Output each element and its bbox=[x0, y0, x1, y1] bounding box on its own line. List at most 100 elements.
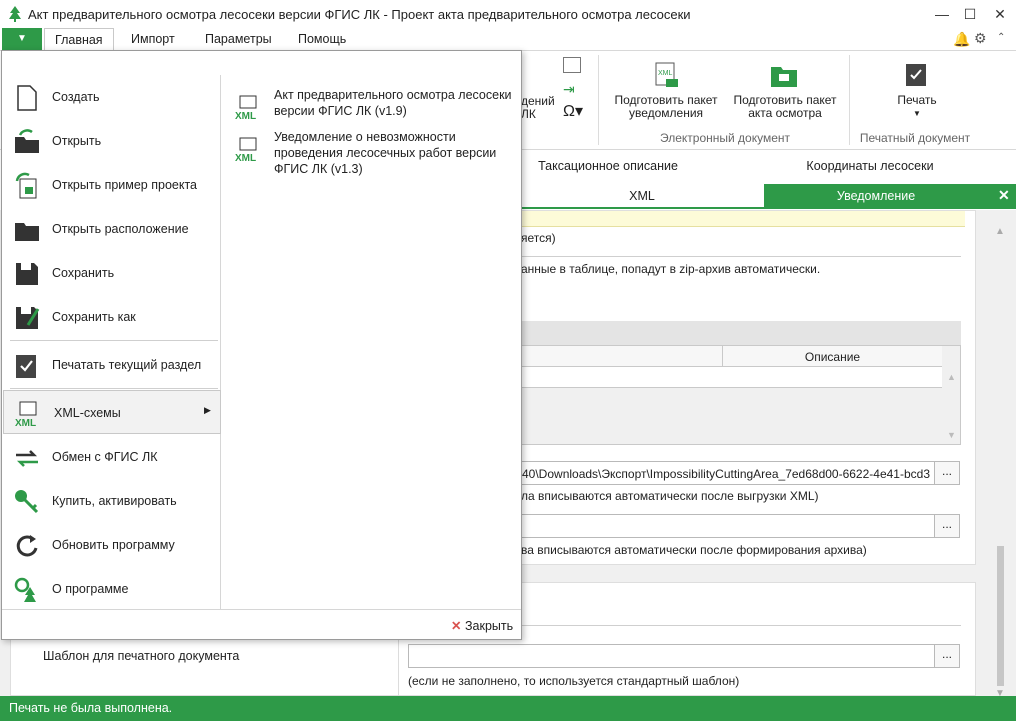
settings-icon[interactable]: ⚙ bbox=[974, 30, 987, 47]
menu-item-label: Купить, активировать bbox=[52, 494, 177, 508]
menu-item-label: Открыть пример проекта bbox=[52, 178, 198, 192]
xml-path-value: 40\Downloads\Экспорт\ImpossibilityCuttin… bbox=[522, 467, 930, 481]
close-label: Закрыть bbox=[464, 619, 514, 633]
close-tab-icon[interactable]: ✕ bbox=[998, 187, 1010, 204]
svg-text:XML: XML bbox=[235, 153, 256, 164]
tab-notice[interactable]: Уведомление bbox=[764, 184, 1016, 209]
menu-item-exchange[interactable]: Обмен с ФГИС ЛК bbox=[2, 435, 220, 479]
group-electronic-label: Электронный документ bbox=[659, 131, 791, 145]
xml-icon: XML bbox=[235, 95, 257, 122]
menu-item-label: Сохранить bbox=[52, 266, 115, 280]
section-tabs: Таксационное описание Координаты лесосек… bbox=[520, 154, 1016, 182]
table-row[interactable] bbox=[522, 367, 942, 388]
tab-xml[interactable]: XML bbox=[520, 184, 764, 209]
subsection-tabs: XML Уведомление ✕ bbox=[520, 184, 1016, 209]
refresh-icon bbox=[16, 535, 38, 557]
tab-parameters[interactable]: Параметры bbox=[195, 28, 282, 50]
scroll-up-arrow-icon[interactable]: ▲ bbox=[995, 226, 1005, 237]
open-example-icon bbox=[15, 172, 37, 199]
close-window-button[interactable]: ✕ bbox=[987, 4, 1013, 24]
template-label: Шаблон для печатного документа bbox=[43, 649, 240, 663]
archive-path-field[interactable] bbox=[521, 514, 936, 538]
menu-footer-divider bbox=[2, 609, 521, 610]
browse-template-button[interactable]: ... bbox=[934, 644, 960, 668]
tab-home[interactable]: Главная bbox=[44, 28, 114, 50]
prepare-notice-button[interactable]: XML Подготовить пакет уведомления bbox=[608, 57, 724, 127]
browse-xml-button[interactable]: ... bbox=[934, 461, 960, 485]
menu-item-open-location[interactable]: Открыть расположение bbox=[2, 207, 220, 251]
menu-item-open[interactable]: Открыть bbox=[2, 119, 220, 163]
collapse-ribbon-icon[interactable]: ⌃ bbox=[997, 32, 1005, 43]
ribbon-separator bbox=[598, 55, 599, 145]
app-logo-icon bbox=[9, 6, 21, 22]
scrollbar-thumb[interactable] bbox=[997, 546, 1004, 686]
archive-folder-icon bbox=[771, 67, 797, 87]
xml-path-field[interactable]: 40\Downloads\Экспорт\ImpossibilityCuttin… bbox=[521, 461, 936, 485]
menu-item-label: XML-схемы bbox=[54, 406, 121, 420]
divider bbox=[521, 256, 961, 257]
print-dropdown-icon: ▼ bbox=[913, 109, 921, 118]
folder-icon bbox=[15, 223, 39, 241]
maximize-button[interactable]: ☐ bbox=[957, 4, 983, 24]
zip-note-text: анные в таблице, попадут в zip-архив авт… bbox=[521, 262, 821, 276]
menu-item-save[interactable]: Сохранить bbox=[2, 251, 220, 295]
menu-item-label: Создать bbox=[52, 90, 100, 104]
close-menu-button[interactable]: ✕ Закрыть bbox=[451, 618, 513, 633]
menu-item-update[interactable]: Обновить программу bbox=[2, 523, 220, 567]
group-print-label: Печатный документ bbox=[859, 131, 971, 145]
menu-item-label: Открыть bbox=[52, 134, 102, 148]
menu-item-print-section[interactable]: Печатать текущий раздел bbox=[2, 343, 220, 387]
print-label: Печать bbox=[897, 93, 937, 107]
svg-text:XML: XML bbox=[235, 111, 256, 122]
key-icon bbox=[15, 490, 39, 514]
close-icon: ✕ bbox=[451, 619, 462, 633]
svg-text:XML: XML bbox=[15, 418, 36, 429]
prepare-act-label: Подготовить пакет акта осмотра bbox=[733, 93, 837, 120]
submenu-item-act[interactable]: XML Акт предварительного осмотра лесосек… bbox=[232, 87, 517, 123]
submenu-item-notice[interactable]: XML Уведомление о невозможности проведен… bbox=[232, 129, 517, 181]
menu-item-about[interactable]: О программе bbox=[2, 567, 220, 611]
template-path-field[interactable] bbox=[408, 644, 936, 668]
file-menu-button[interactable]: ▼ bbox=[2, 28, 42, 50]
menu-item-open-example[interactable]: Открыть пример проекта bbox=[2, 163, 220, 207]
menu-item-new[interactable]: Создать bbox=[2, 75, 220, 119]
submenu-arrow-icon: ▶ bbox=[204, 405, 211, 415]
minimize-button[interactable]: — bbox=[929, 4, 955, 24]
ribbon-partial-label-2: ЛК bbox=[521, 107, 536, 121]
menu-item-xml-schemas[interactable]: XML XML-схемы ▶ bbox=[3, 390, 221, 434]
submenu-item-label: Уведомление о невозможности проведения л… bbox=[274, 130, 497, 176]
scroll-up-icon[interactable]: ▲ bbox=[947, 372, 956, 382]
open-folder-icon bbox=[15, 129, 39, 153]
tab-coordinates[interactable]: Координаты лесосеки bbox=[764, 154, 976, 179]
about-icon bbox=[14, 577, 36, 602]
menu-item-label: О программе bbox=[52, 582, 129, 596]
menu-item-save-as[interactable]: Сохранить как bbox=[2, 295, 220, 339]
tab-help[interactable]: Помощь bbox=[288, 28, 356, 50]
scroll-down-icon[interactable]: ▼ bbox=[947, 430, 956, 440]
tab-notice-label: Уведомление bbox=[836, 189, 916, 203]
ribbon-separator bbox=[849, 55, 850, 145]
small-tool-icon[interactable] bbox=[563, 57, 581, 73]
tab-taxation[interactable]: Таксационное описание bbox=[520, 154, 696, 179]
prepare-act-button[interactable]: Подготовить пакет акта осмотра bbox=[727, 57, 843, 127]
exchange-icon bbox=[16, 450, 38, 467]
import-icon[interactable]: ⇥ bbox=[563, 81, 581, 97]
table-toolbar bbox=[521, 321, 961, 345]
divider bbox=[521, 625, 961, 626]
menu-item-label: Сохранить как bbox=[52, 310, 136, 324]
browse-archive-button[interactable]: ... bbox=[934, 514, 960, 538]
tab-import[interactable]: Импорт bbox=[121, 28, 185, 50]
vertical-scrollbar[interactable]: ▲ ▼ bbox=[992, 220, 1008, 699]
title-bar: Акт предварительного осмотра лесосеки ве… bbox=[0, 0, 1016, 28]
menu-item-buy-activate[interactable]: Купить, активировать bbox=[2, 479, 220, 523]
symbol-omega-icon[interactable]: Ω▾ bbox=[563, 101, 583, 121]
svg-text:XML: XML bbox=[658, 70, 673, 77]
print-button[interactable]: Печать ▼ bbox=[870, 57, 964, 127]
submenu-item-label: Акт предварительного осмотра лесосеки ве… bbox=[274, 88, 512, 118]
menu-separator bbox=[10, 340, 218, 341]
bell-icon[interactable]: 🔔 bbox=[953, 31, 970, 48]
files-table[interactable]: Описание ▲ ▼ bbox=[521, 345, 961, 445]
status-bar: Печать не была выполнена. bbox=[0, 696, 1016, 721]
info-strip bbox=[521, 211, 965, 227]
prepare-notice-label: Подготовить пакет уведомления bbox=[614, 93, 718, 120]
